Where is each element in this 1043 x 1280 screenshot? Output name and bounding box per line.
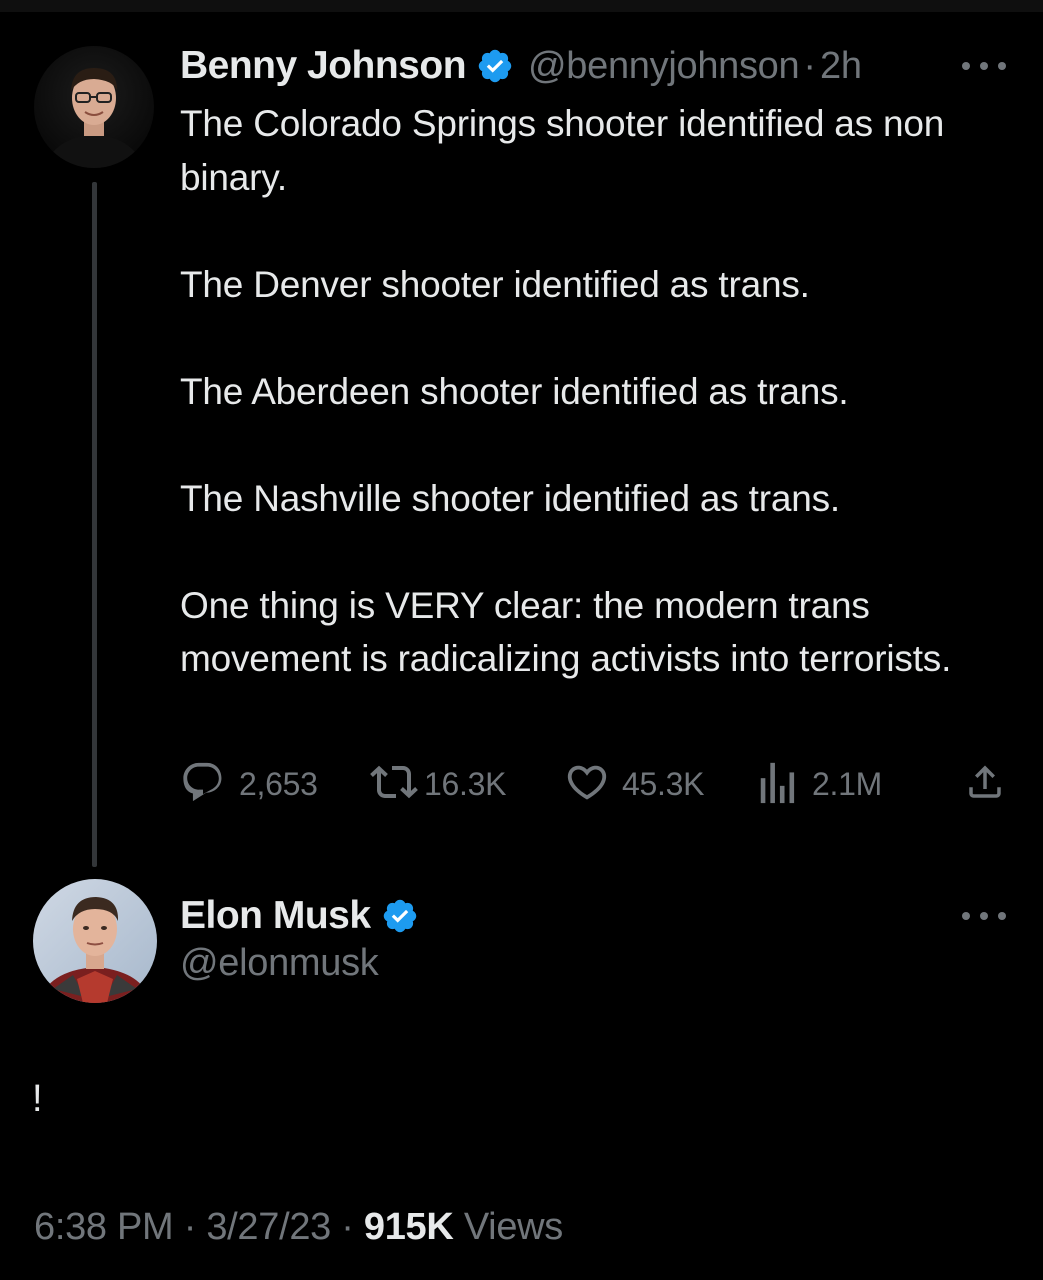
avatar-benny-johnson[interactable] — [34, 46, 154, 168]
author-name[interactable]: Benny Johnson — [180, 44, 467, 88]
thread-connector-line — [92, 182, 97, 867]
reply-views-count[interactable]: 915K — [364, 1206, 454, 1248]
original-tweet-text: The Colorado Springs shooter identified … — [180, 97, 1010, 686]
separator-dot: · — [803, 44, 817, 87]
tweet-time[interactable]: 2h — [820, 45, 862, 88]
reply-author-name[interactable]: Elon Musk — [180, 894, 371, 938]
reply-count: 2,653 — [239, 765, 318, 802]
more-icon[interactable] — [962, 906, 1006, 926]
share-button[interactable] — [964, 760, 1006, 808]
original-tweet-header: Benny Johnson @bennyjohnson · 2h — [180, 42, 862, 90]
reply-button[interactable]: 2,653 — [180, 760, 318, 808]
tweet-paragraph: One thing is VERY clear: the modern tran… — [180, 584, 952, 680]
retweet-count: 16.3K — [424, 765, 507, 802]
reply-tweet-text: ! — [32, 1078, 43, 1120]
tweet-action-bar: 2,653 16.3K 45.3K 2.1M — [180, 760, 1010, 808]
like-icon — [564, 759, 610, 810]
like-count: 45.3K — [622, 765, 705, 802]
more-icon[interactable] — [962, 56, 1006, 76]
tweet-paragraph: The Colorado Springs shooter identified … — [180, 103, 945, 198]
top-status-strip — [0, 0, 1043, 12]
tweet-paragraph: The Aberdeen shooter identified as trans… — [180, 370, 849, 412]
separator-dot: · — [183, 1206, 197, 1248]
views-icon — [758, 759, 798, 810]
views-button[interactable]: 2.1M — [758, 760, 882, 808]
reply-views-label: Views — [463, 1206, 563, 1248]
tweet-paragraph: The Nashville shooter identified as tran… — [180, 477, 841, 519]
like-button[interactable]: 45.3K — [564, 760, 704, 808]
reply-meta-line: 6:38 PM · 3/27/23 · 915K Views — [34, 1206, 563, 1249]
views-count: 2.1M — [812, 765, 882, 802]
author-handle[interactable]: @bennyjohnson — [528, 45, 800, 88]
avatar-elon-musk[interactable] — [33, 879, 157, 1003]
reply-author-handle[interactable]: @elonmusk — [180, 942, 379, 985]
reply-tweet-header: Elon Musk — [180, 892, 419, 940]
share-icon — [964, 759, 1006, 810]
verified-badge-icon[interactable] — [381, 897, 419, 935]
reply-icon — [180, 759, 226, 810]
verified-badge-icon[interactable] — [476, 47, 514, 85]
tweet-paragraph: The Denver shooter identified as trans. — [180, 263, 810, 305]
separator-dot: · — [341, 1206, 354, 1248]
retweet-icon — [370, 758, 418, 811]
retweet-button[interactable]: 16.3K — [370, 760, 506, 808]
reply-time[interactable]: 6:38 PM — [34, 1206, 174, 1248]
reply-date[interactable]: 3/27/23 — [206, 1206, 331, 1248]
